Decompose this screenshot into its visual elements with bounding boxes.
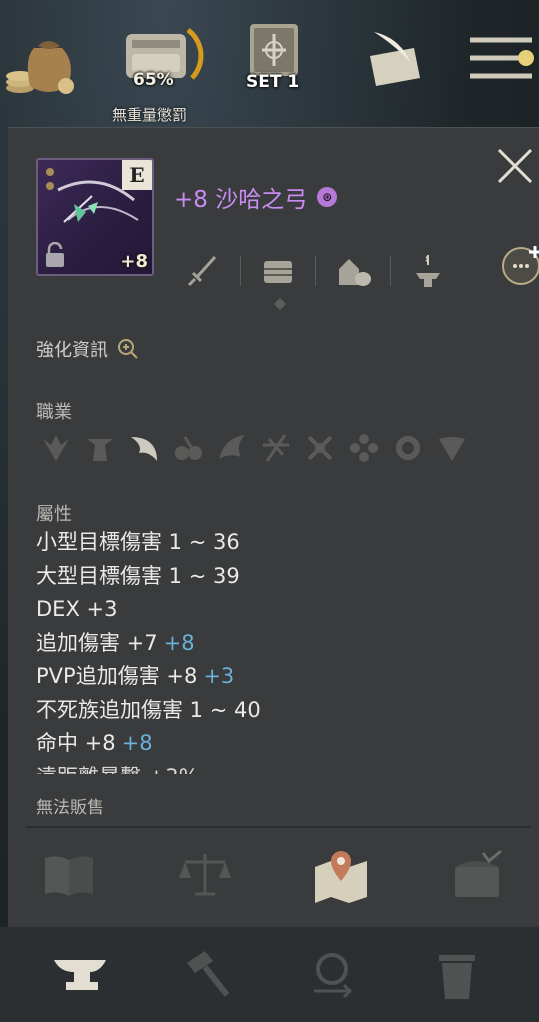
equipment-set-label: SET 1 xyxy=(246,72,300,92)
coin-bag-icon[interactable] xyxy=(4,28,84,104)
class-mage-icon xyxy=(256,428,295,468)
top-hud: 65% 無重量懲罰 SET 1 xyxy=(0,0,539,125)
chest-icon xyxy=(264,261,292,283)
stat-line-ranged-crit: 遠距離暴擊 +3% xyxy=(36,761,526,775)
trade-button[interactable] xyxy=(328,249,378,293)
class-illusionist-icon xyxy=(344,428,383,468)
classes-label: 職業 xyxy=(36,402,72,423)
bottom-action-bar xyxy=(0,927,539,1022)
divider xyxy=(26,826,531,828)
enhance-level-badge: +8 xyxy=(120,251,148,272)
crafting-box-button[interactable] xyxy=(446,844,508,906)
stat-bonus-value: +8 xyxy=(163,630,195,655)
item-icon[interactable]: E +8 xyxy=(36,158,154,276)
map-pin-icon xyxy=(315,851,367,903)
divider-ornament-icon xyxy=(274,298,286,310)
class-elf-icon xyxy=(124,428,163,468)
zoom-in-icon xyxy=(118,339,138,359)
anvil-icon xyxy=(54,959,107,990)
grade-badge: E xyxy=(122,160,152,190)
scroll-quill-icon[interactable] xyxy=(360,22,430,96)
stat-line-extra-damage: 追加傷害 +7 +8 xyxy=(36,630,195,655)
chat-add-icon xyxy=(502,246,539,285)
close-icon xyxy=(497,148,533,184)
trash-icon xyxy=(438,954,475,999)
attributes-label: 屬性 xyxy=(36,504,72,525)
class-knight-icon xyxy=(36,428,75,468)
weight-status-label: 無重量懲罰 xyxy=(112,106,188,124)
equip-button[interactable] xyxy=(178,249,228,293)
exchange-house-icon xyxy=(339,259,371,286)
close-button[interactable] xyxy=(495,146,535,186)
hammer-button[interactable] xyxy=(172,940,242,1010)
stat-line-large-target-damage: 大型目標傷害 1 ~ 39 xyxy=(36,563,240,588)
item-action-row xyxy=(178,246,533,296)
sword-icon xyxy=(187,255,217,287)
anvil-enhance-button[interactable] xyxy=(47,940,117,1010)
action-separator xyxy=(390,256,391,286)
class-icon-row xyxy=(36,428,471,468)
menu-icon[interactable] xyxy=(466,22,536,96)
scale-button[interactable] xyxy=(174,844,236,906)
share-chat-button[interactable] xyxy=(497,240,539,290)
enhance-button[interactable] xyxy=(403,249,453,293)
action-separator xyxy=(240,256,241,286)
stat-line-pvp-damage: PVP追加傷害 +8 +3 xyxy=(36,664,235,688)
rune-mark-icon: ⊛ xyxy=(317,187,338,207)
magnifier-exchange-icon xyxy=(313,952,352,998)
map-location-button[interactable] xyxy=(310,844,372,906)
class-warrior-icon xyxy=(80,428,119,468)
anvil-icon xyxy=(416,255,440,287)
stat-line-small-target-damage: 小型目標傷害 1 ~ 36 xyxy=(36,530,240,554)
treasure-box-icon xyxy=(455,849,502,897)
item-name: +8 沙哈之弓 ⊛ xyxy=(174,180,338,214)
stat-line-hit: 命中 +8 +8 xyxy=(36,731,153,755)
item-detail-panel: E +8 +8 沙哈之弓 ⊛ 強化資訊 職業 屬性 小型目標傷害 1 ~ 36 … xyxy=(8,127,539,927)
stat-line-dex: DEX +3 xyxy=(36,597,118,621)
book-icon xyxy=(45,856,93,896)
enhance-info-label: 強化資訊 xyxy=(36,340,108,361)
item-name-text: +8 沙哈之弓 xyxy=(174,187,308,213)
scale-icon xyxy=(179,854,231,896)
item-bottom-actions xyxy=(38,844,508,906)
stat-bonus-value: +8 xyxy=(121,731,153,755)
hammer-icon xyxy=(187,950,230,997)
lock-icon xyxy=(46,242,64,267)
unsellable-label: 無法販售 xyxy=(36,798,104,818)
class-fencer-icon xyxy=(388,428,427,468)
stat-list: 小型目標傷害 1 ~ 36 大型目標傷害 1 ~ 39 DEX +3 追加傷害 … xyxy=(36,526,526,774)
stat-bonus-value: +3 xyxy=(203,664,235,688)
enhance-info-link[interactable]: 強化資訊 xyxy=(36,336,140,362)
collection-book-button[interactable] xyxy=(38,844,100,906)
stat-line-undead-damage: 不死族追加傷害 1 ~ 40 xyxy=(36,697,261,722)
trash-button[interactable] xyxy=(422,940,492,1010)
search-exchange-button[interactable] xyxy=(297,940,367,1010)
action-separator xyxy=(315,256,316,286)
class-lancer-icon xyxy=(432,428,471,468)
class-dragon-icon xyxy=(212,428,251,468)
weight-percent: 65% xyxy=(133,70,174,90)
item-detail-screen: 65% 無重量懲罰 SET 1 E +8 +8 沙哈之弓 ⊛ 強化資訊 職業 屬… xyxy=(0,0,539,1022)
class-rogue-icon xyxy=(168,428,207,468)
storage-button[interactable] xyxy=(253,249,303,293)
class-berserker-icon xyxy=(300,428,339,468)
